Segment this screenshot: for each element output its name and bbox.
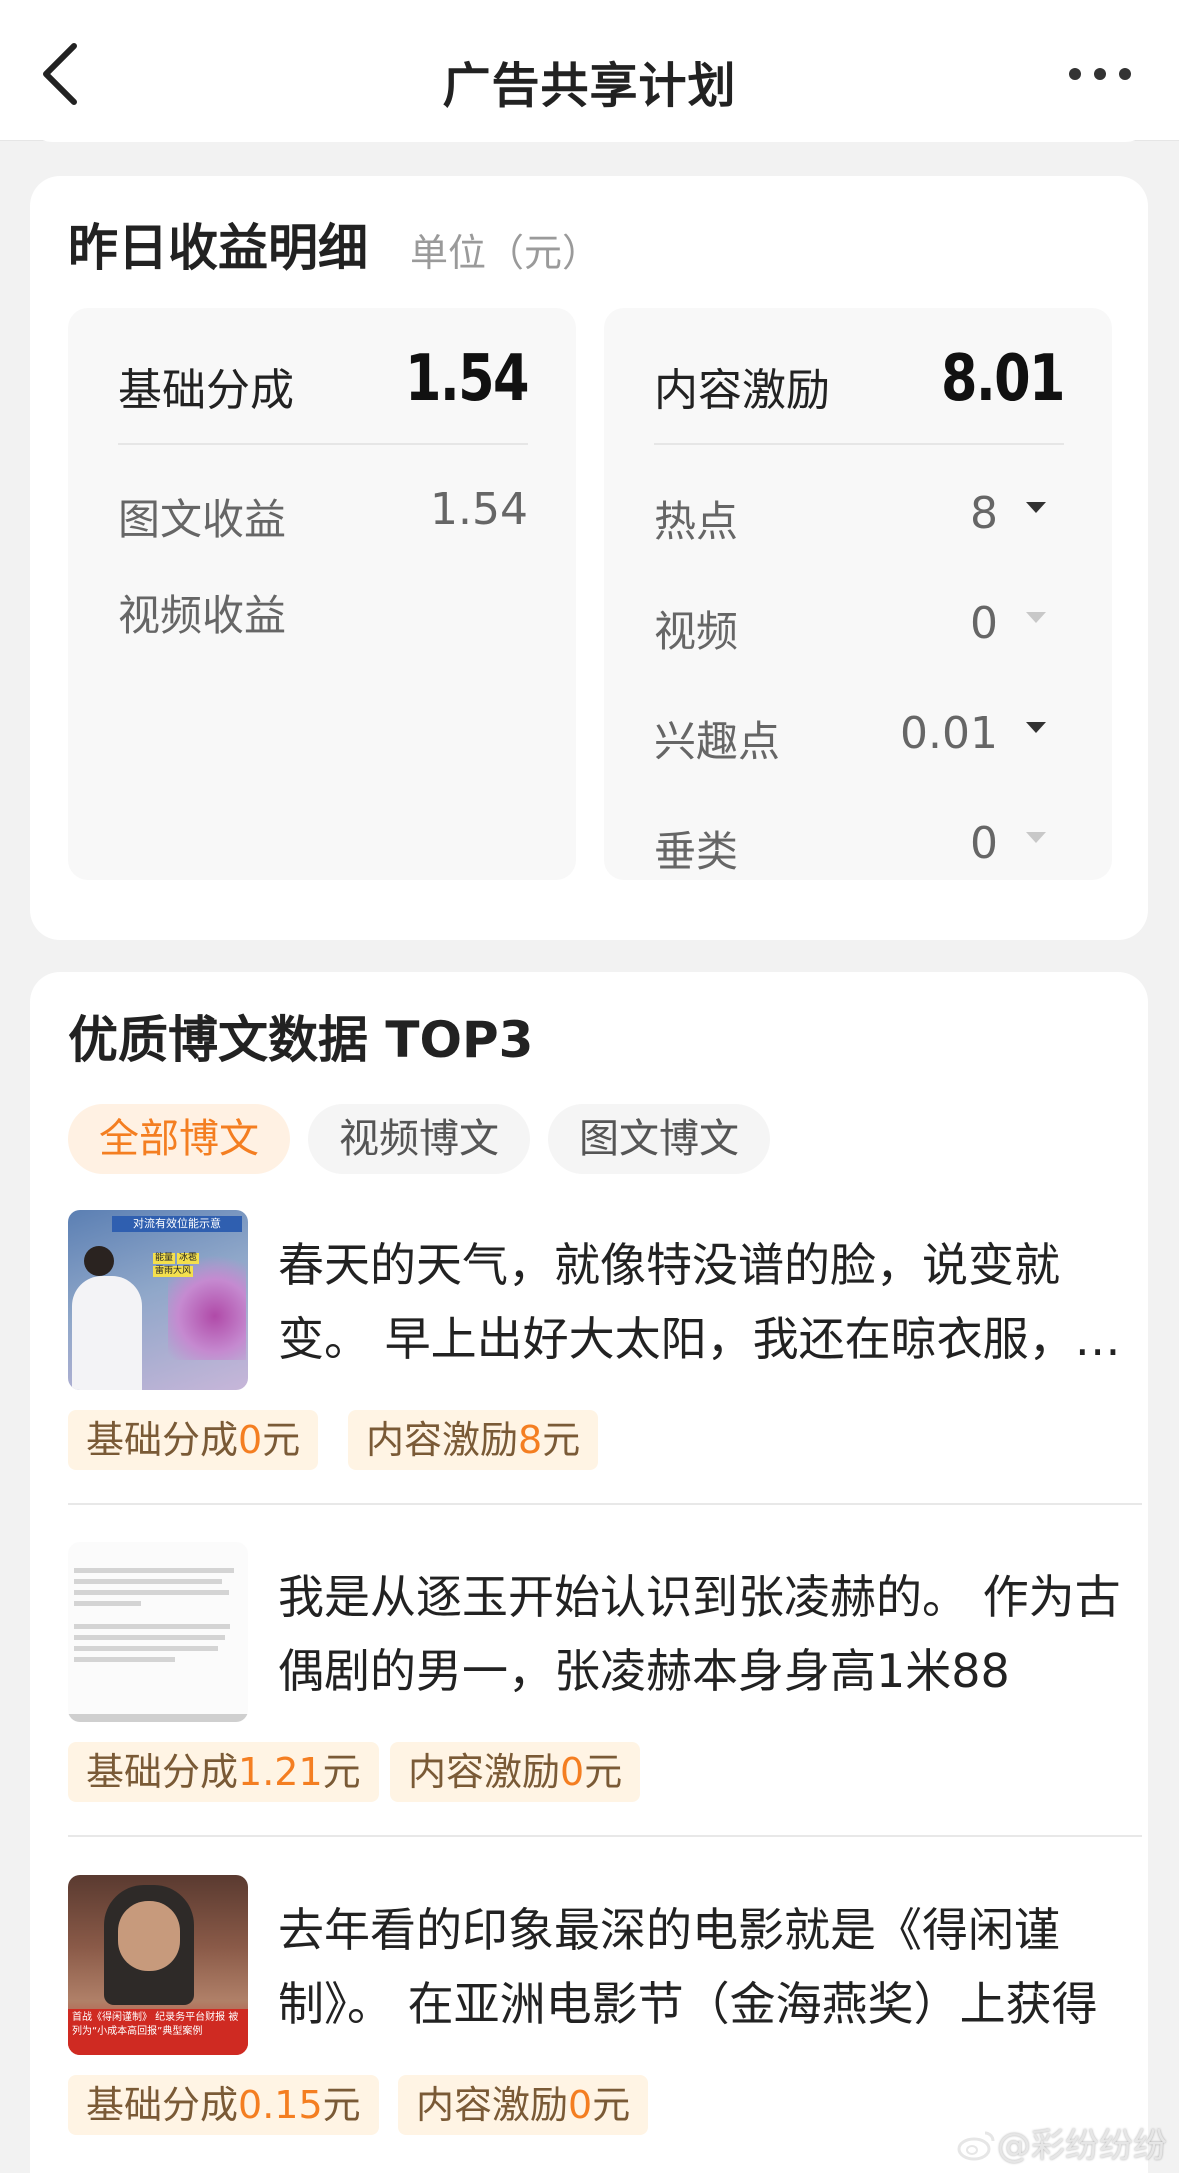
video-incentive-dropdown-icon: [1026, 612, 1046, 623]
top-posts-title: 优质博文数据 TOP3: [68, 1011, 534, 1069]
hotspot-dropdown-icon[interactable]: [1026, 502, 1046, 513]
tab-video-posts[interactable]: 视频博文: [308, 1104, 530, 1174]
base-share-tag: 基础分成0元: [68, 1410, 319, 1470]
base-share-panel: 基础分成 1.54 图文收益 1.54 视频收益: [68, 308, 576, 880]
hotspot-value: 8: [970, 488, 998, 539]
thumb-caption: 对流有效位能示意: [112, 1216, 242, 1232]
video-incentive-value: 0: [970, 598, 998, 649]
content-incentive-panel: 内容激励 8.01 热点 8 视频 0 兴趣点 0.01 垂类 0: [604, 308, 1112, 880]
interest-point-label: 兴趣点: [654, 717, 781, 766]
video-incentive-label: 视频: [654, 607, 739, 656]
more-dots-icon: [1069, 68, 1131, 80]
previous-card-edge: [30, 120, 1148, 142]
watermark: @彩纷纷纷: [957, 2118, 1167, 2167]
post-text[interactable]: 我是从逐玉开始认识到张凌赫的。 作为古偶剧的男一，张凌赫本身身高1米88: [278, 1560, 1138, 1708]
divider: [118, 443, 528, 445]
base-share-tag: 基础分成0.15元: [68, 2075, 379, 2135]
post-thumbnail[interactable]: 对流有效位能示意 能量 冰雹雷雨大风: [68, 1210, 248, 1390]
post-thumbnail[interactable]: [68, 1542, 248, 1722]
base-share-label: 基础分成: [118, 365, 294, 416]
unit-note: 单位（元）: [410, 231, 601, 275]
post-text[interactable]: 去年看的印象最深的电影就是《得闲谨制》。 在亚洲电影节（金海燕奖）上获得: [278, 1893, 1138, 2041]
vertical-category-label: 垂类: [654, 827, 739, 876]
top-posts-card: 优质博文数据 TOP3 全部博文 视频博文 图文博文 对流有效位能示意 能量 冰雹…: [30, 972, 1148, 2173]
video-earnings-label: 视频收益: [118, 591, 287, 640]
thumb-caption: 首战《得闲谨制》 纪录务平台财报 被列为“小成本高回报”典型案例: [68, 2009, 248, 2055]
vertical-category-dropdown-icon: [1026, 832, 1046, 843]
content-incentive-tag: 内容激励0元: [398, 2075, 649, 2135]
interest-point-value: 0.01: [900, 708, 998, 759]
image-text-earnings-label: 图文收益: [118, 495, 287, 544]
content-incentive-tag: 内容激励8元: [348, 1410, 599, 1470]
tab-image-text-posts[interactable]: 图文博文: [548, 1104, 770, 1174]
more-options-button[interactable]: [1045, 46, 1155, 102]
earnings-title: 昨日收益明细: [68, 219, 368, 277]
vertical-category-value: 0: [970, 818, 998, 869]
base-share-value: 1.54: [405, 342, 530, 416]
image-text-earnings-value: 1.54: [430, 484, 528, 535]
post-text[interactable]: 春天的天气，就像特没谱的脸，说变就变。 早上出好大太阳，我还在晾衣服，下午就下起…: [278, 1228, 1138, 1376]
page-title: 广告共享计划: [442, 58, 737, 114]
divider: [68, 1503, 1142, 1505]
content-incentive-value: 8.01: [941, 342, 1066, 416]
post-thumbnail[interactable]: 首战《得闲谨制》 纪录务平台财报 被列为“小成本高回报”典型案例: [68, 1875, 248, 2055]
interest-point-dropdown-icon[interactable]: [1026, 722, 1046, 733]
content-incentive-label: 内容激励: [654, 365, 830, 416]
hotspot-label: 热点: [654, 497, 739, 546]
divider: [68, 1835, 1142, 1837]
divider: [654, 443, 1064, 445]
content-incentive-tag: 内容激励0元: [390, 1742, 641, 1802]
weibo-logo-icon: [957, 2131, 995, 2161]
base-share-tag: 基础分成1.21元: [68, 1742, 379, 1802]
earnings-card: 昨日收益明细 单位（元） 基础分成 1.54 图文收益 1.54 视频收益 内容…: [30, 176, 1148, 940]
tab-all-posts[interactable]: 全部博文: [68, 1104, 290, 1174]
thumb-chips: 能量 冰雹雷雨大风: [153, 1253, 200, 1277]
